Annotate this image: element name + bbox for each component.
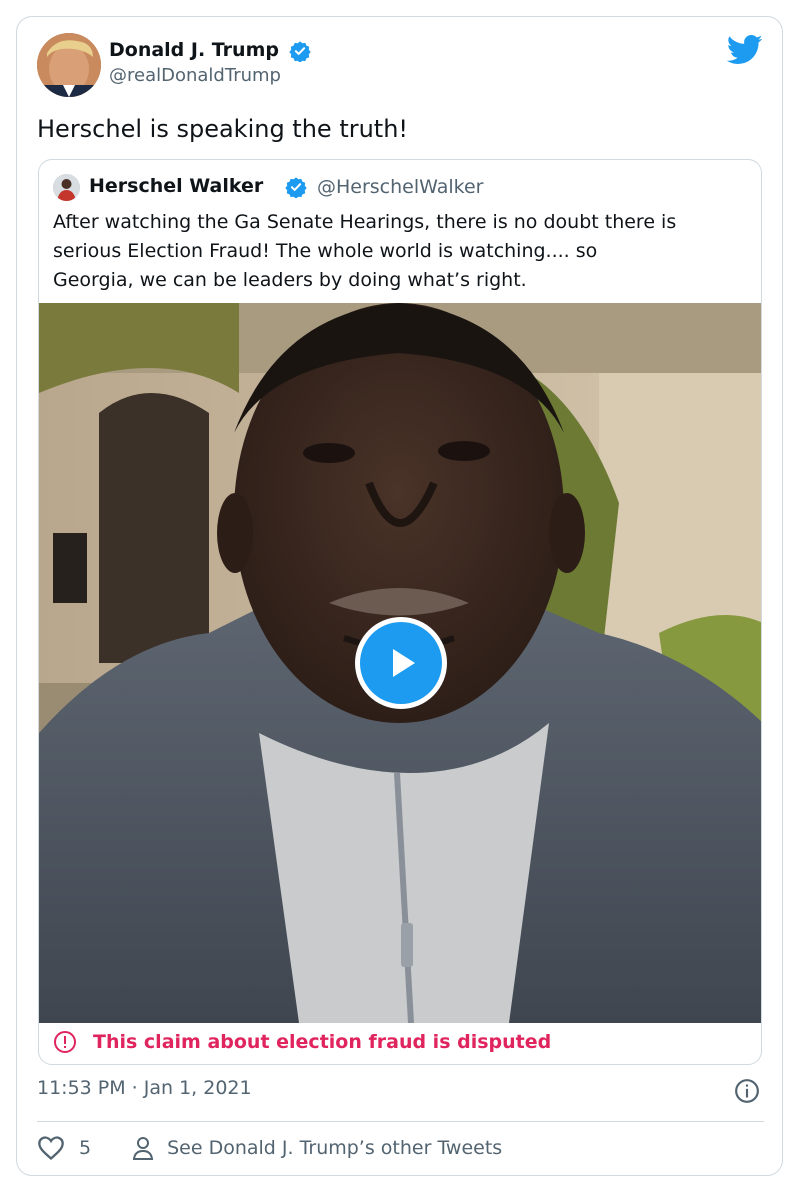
- alert-circle-icon: [54, 1031, 76, 1053]
- verified-badge-icon: [289, 41, 311, 62]
- action-bar: 5 See Donald J. Trump’s other Tweets: [37, 1133, 502, 1163]
- disputed-label[interactable]: This claim about election fraud is dispu…: [53, 1028, 551, 1056]
- likes-count[interactable]: 5: [79, 1137, 91, 1159]
- twitter-bird-icon[interactable]: [727, 35, 763, 65]
- info-icon[interactable]: [734, 1078, 760, 1104]
- author-handle[interactable]: @realDonaldTrump: [109, 65, 281, 86]
- author-name[interactable]: Donald J. Trump: [109, 39, 279, 61]
- heart-icon[interactable]: [37, 1135, 65, 1161]
- quoted-text-line: serious Election Fraud! The whole world …: [53, 240, 598, 262]
- quoted-text-line: Georgia, we can be leaders by doing what…: [53, 269, 527, 291]
- other-tweets-link[interactable]: See Donald J. Trump’s other Tweets: [167, 1137, 502, 1159]
- quoted-text-line: After watching the Ga Senate Hearings, t…: [53, 211, 677, 233]
- embedded-tweet-card: Donald J. Trump @realDonaldTrump Hersche…: [16, 16, 783, 1176]
- quoted-tweet[interactable]: Herschel Walker @HerschelWalker After wa…: [38, 159, 762, 1065]
- disputed-text[interactable]: This claim about election fraud is dispu…: [93, 1031, 551, 1053]
- quoted-author-handle[interactable]: @HerschelWalker: [317, 176, 483, 198]
- verified-badge-icon: [285, 177, 307, 198]
- tweet-text: Herschel is speaking the truth!: [37, 115, 409, 143]
- author-avatar[interactable]: [37, 33, 101, 97]
- quoted-author-avatar[interactable]: [53, 174, 80, 201]
- play-icon: [393, 649, 415, 677]
- divider: [37, 1121, 764, 1122]
- quoted-author-name[interactable]: Herschel Walker: [89, 175, 263, 197]
- quoted-tweet-text: After watching the Ga Senate Hearings, t…: [53, 208, 753, 295]
- person-icon: [132, 1137, 154, 1160]
- play-button[interactable]: [355, 617, 447, 709]
- video-thumbnail[interactable]: [39, 303, 761, 1023]
- tweet-timestamp[interactable]: 11:53 PM · Jan 1, 2021: [37, 1077, 252, 1099]
